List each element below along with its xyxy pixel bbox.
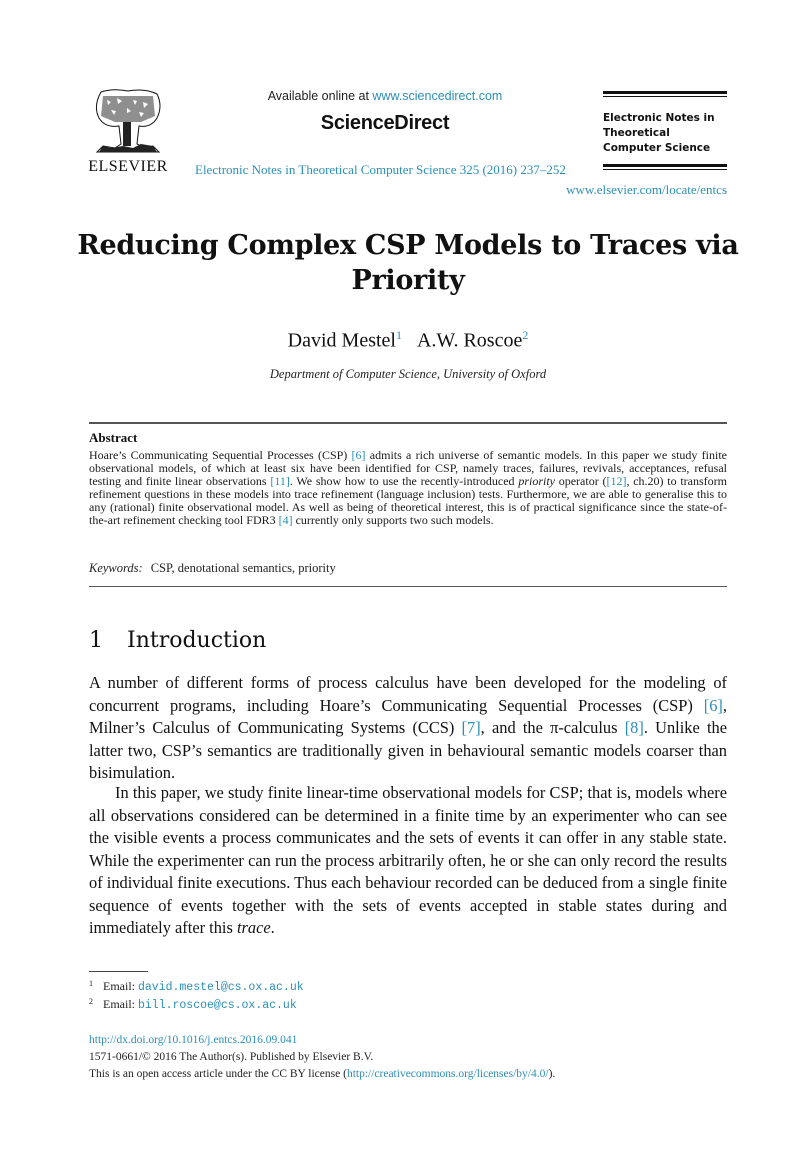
journal-url-link[interactable]: www.elsevier.com/locate/entcs — [566, 182, 727, 198]
citation-link[interactable]: [6] — [704, 696, 723, 715]
license-prefix: This is an open access article under the… — [89, 1068, 347, 1080]
abstract-top-rule — [89, 422, 727, 424]
section-number: 1 — [89, 628, 103, 653]
elsevier-tree-icon — [95, 89, 161, 153]
affiliation: Department of Computer Science, Universi… — [269, 367, 547, 381]
citation-link[interactable]: [12] — [606, 474, 626, 488]
author-name: David Mestel — [287, 329, 396, 352]
email-link[interactable]: david.mestel@cs.ox.ac.uk — [138, 981, 304, 994]
elsevier-logo: ELSEVIER — [88, 88, 168, 180]
keywords-list: CSP, denotational semantics, priority — [150, 561, 336, 575]
text-run: , and the π-calculus — [480, 718, 625, 737]
section-title: Introduction — [127, 628, 267, 653]
text-run: . We show how to use the recently-introd… — [289, 474, 519, 489]
journal-box-top-rule — [603, 91, 727, 97]
sciencedirect-brand: ScienceDirect — [320, 112, 450, 134]
license-suffix: ). — [548, 1068, 556, 1080]
abstract-body: Hoare’s Communicating Sequential Process… — [89, 448, 727, 528]
footnote-mark: 1 — [89, 979, 93, 988]
sciencedirect-link[interactable]: www.sciencedirect.com — [372, 89, 502, 103]
journal-citation-link[interactable]: Electronic Notes in Theoretical Computer… — [195, 162, 566, 178]
intro-paragraph-2-text: In this paper, we study finite linear-ti… — [89, 783, 727, 937]
footnote-label: Email: — [103, 997, 135, 1011]
author-footnote-mark[interactable]: 2 — [522, 328, 528, 342]
elsevier-wordmark: ELSEVIER — [88, 158, 168, 175]
text-run: operator ( — [554, 474, 607, 489]
citation-link[interactable]: [4] — [279, 513, 293, 527]
available-online: Available online at www.sciencedirect.co… — [200, 89, 570, 103]
journal-box-title: Electronic Notes in Theoretical Computer… — [603, 112, 715, 154]
author-list: David Mestel1 A.W. Roscoe2 — [60, 328, 756, 353]
license-line: This is an open access article under the… — [89, 1068, 555, 1080]
copyright-line: 1571-0661/© 2016 The Author(s). Publishe… — [89, 1051, 374, 1063]
abstract-heading: Abstract — [89, 430, 138, 445]
citation-link[interactable]: [11] — [270, 474, 290, 488]
citation-link[interactable]: [7] — [462, 718, 481, 737]
footnote-rule — [89, 971, 148, 972]
section-heading: 1 Introduction — [89, 628, 266, 653]
author-footnote-mark[interactable]: 1 — [396, 328, 402, 342]
citation-link[interactable]: [6] — [352, 448, 366, 462]
text-run: . — [270, 918, 275, 937]
journal-box-bottom-rule — [603, 164, 727, 170]
footnote: 1 Email: david.mestel@cs.ox.ac.uk — [89, 979, 304, 994]
keywords: Keywords: CSP, denotational semantics, pr… — [89, 561, 336, 576]
available-online-label: Available online at — [267, 89, 373, 103]
intro-paragraph-2: In this paper, we study finite linear-ti… — [89, 782, 727, 940]
emphasis-text: priority — [518, 474, 555, 489]
text-run: currently only supports two such models. — [292, 513, 494, 528]
email-link[interactable]: bill.roscoe@cs.ox.ac.uk — [138, 999, 297, 1012]
text-run: Hoare’s Communicating Sequential Process… — [89, 448, 352, 462]
footnote: 2 Email: bill.roscoe@cs.ox.ac.uk — [89, 997, 297, 1012]
author-name: A.W. Roscoe — [416, 329, 523, 352]
text-run: In this paper, we study finite linear-ti… — [89, 783, 727, 937]
intro-paragraph-1: A number of different forms of process c… — [89, 672, 727, 785]
license-link[interactable]: http://creativecommons.org/licenses/by/4… — [347, 1068, 549, 1080]
paper-title: Reducing Complex CSP Models to Traces vi… — [77, 230, 739, 296]
citation-link[interactable]: [8] — [625, 718, 644, 737]
footnote-mark: 2 — [89, 997, 93, 1006]
doi-link[interactable]: http://dx.doi.org/10.1016/j.entcs.2016.0… — [89, 1034, 297, 1046]
journal-title-box: Electronic Notes in Theoretical Computer… — [603, 91, 727, 170]
footnote-label: Email: — [103, 979, 135, 993]
keywords-label: Keywords: — [89, 561, 143, 575]
text-run: A number of different forms of process c… — [89, 673, 727, 715]
abstract-bottom-rule — [89, 586, 727, 587]
emphasis-text: trace — [236, 918, 271, 937]
